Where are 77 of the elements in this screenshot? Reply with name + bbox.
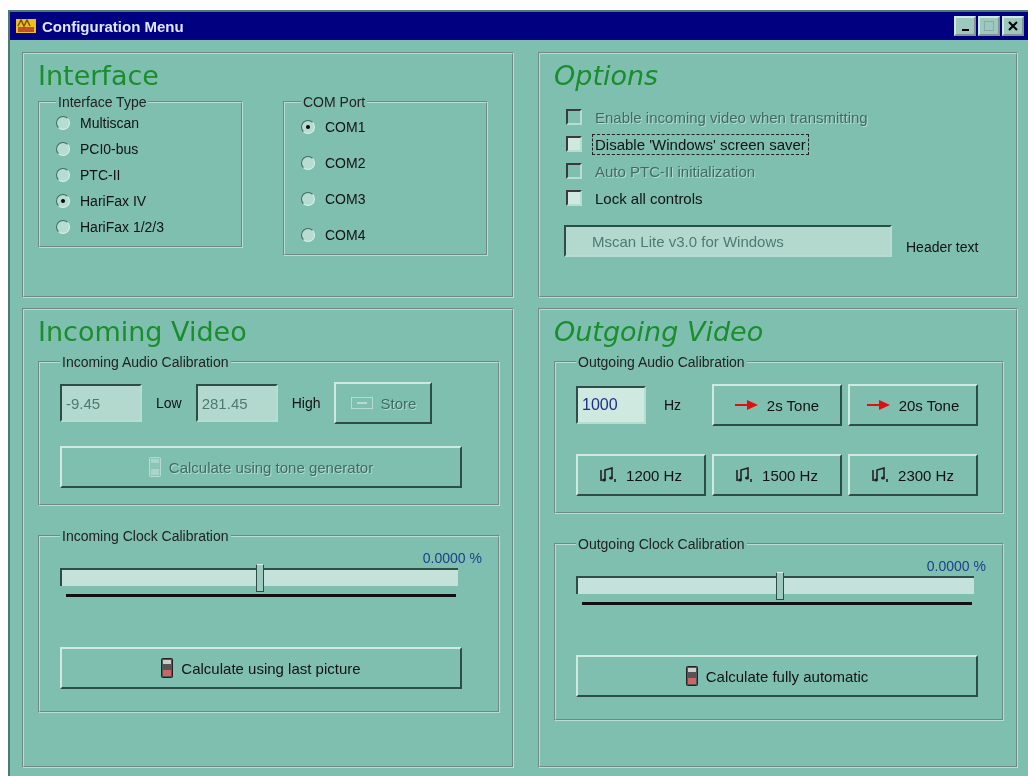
arrow-icon	[866, 399, 891, 411]
radio-label: PTC-II	[80, 167, 121, 183]
tone-button[interactable]: 20s Tone	[848, 384, 978, 426]
store-icon	[350, 397, 373, 409]
radio-label: PCI0-bus	[80, 141, 139, 157]
panel-heading: Options	[554, 59, 660, 93]
checkbox[interactable]	[566, 136, 582, 152]
radio-button[interactable]	[56, 142, 70, 156]
calculator-icon	[161, 658, 174, 678]
percent-reading: 0.0000 %	[421, 550, 482, 566]
close-button[interactable]	[1002, 16, 1024, 36]
minimize-icon	[961, 29, 969, 31]
unit-label: Hz	[664, 397, 682, 413]
group-label: COM Port	[302, 94, 367, 110]
radio-button[interactable]	[301, 156, 315, 170]
panel-heading: Outgoing Video	[554, 315, 765, 349]
maximize-icon	[983, 20, 995, 32]
field-label: High	[291, 395, 321, 411]
checkbox-option[interactable]: Disable 'Windows' screen saver	[566, 133, 1004, 155]
checkbox-label: Lock all controls	[594, 188, 704, 209]
radio-option[interactable]: PCI0-bus	[56, 138, 231, 160]
tone-button[interactable]: 2s Tone	[712, 384, 842, 426]
panel-heading: Incoming Video	[38, 315, 248, 349]
radio-label: COM1	[325, 119, 366, 135]
app-icon	[16, 19, 36, 33]
music-note-icon	[872, 467, 891, 483]
music-note-icon	[600, 467, 619, 483]
slider-thumb[interactable]	[775, 572, 784, 600]
frequency-field[interactable]: 1000	[576, 386, 646, 424]
radio-option[interactable]: COM3	[301, 188, 476, 210]
close-icon	[1007, 20, 1019, 32]
calculator-icon	[148, 457, 161, 477]
radio-label: COM2	[325, 155, 366, 171]
radio-button[interactable]	[301, 192, 315, 206]
radio-button[interactable]	[301, 120, 315, 134]
radio-label: COM4	[325, 227, 366, 243]
checkbox-option[interactable]: Lock all controls	[566, 187, 1004, 209]
radio-option[interactable]: COM4	[301, 224, 476, 246]
arrow-icon	[734, 399, 759, 411]
music-note-icon	[736, 467, 755, 483]
checkbox-label: Enable incoming video when transmitting	[594, 107, 869, 128]
calculator-icon	[685, 666, 698, 686]
calculate-button[interactable]: Calculate using last picture	[60, 647, 462, 689]
radio-option[interactable]: Multiscan	[56, 112, 231, 134]
radio-option[interactable]: COM1	[301, 116, 476, 138]
window-title: Configuration Menu	[42, 17, 185, 35]
radio-option[interactable]: HariFax IV	[56, 190, 231, 212]
radio-option[interactable]: HariFax 1/2/3	[56, 216, 231, 238]
checkbox-label: Disable 'Windows' screen saver	[592, 133, 809, 155]
radio-label: COM3	[325, 191, 366, 207]
calculate-button[interactable]: Calculate fully automatic	[576, 655, 978, 697]
slider-thumb[interactable]	[256, 564, 264, 592]
radio-button[interactable]	[56, 194, 70, 208]
minimize-button[interactable]	[954, 16, 976, 36]
checkbox[interactable]	[566, 190, 582, 206]
radio-button[interactable]	[301, 228, 315, 242]
radio-label: HariFax IV	[80, 193, 147, 209]
field-label: Low	[156, 395, 182, 411]
frequency-button[interactable]: 1200 Hz	[576, 454, 706, 496]
radio-button[interactable]	[56, 220, 70, 234]
radio-label: Multiscan	[80, 115, 140, 131]
radio-option[interactable]: PTC-II	[56, 164, 231, 186]
panel-heading: Interface	[38, 59, 160, 93]
frequency-button[interactable]: 2300 Hz	[848, 454, 978, 496]
radio-button[interactable]	[56, 168, 70, 182]
frequency-button[interactable]: 1500 Hz	[712, 454, 842, 496]
group-label: Incoming Clock Calibration	[61, 528, 230, 544]
radio-label: HariFax 1/2/3	[80, 219, 165, 235]
field-label: Header text	[906, 239, 979, 257]
percent-reading: 0.0000 %	[925, 558, 986, 574]
checkbox-label: Auto PTC-II initialization	[594, 161, 757, 182]
group-label: Outgoing Clock Calibration	[577, 536, 746, 552]
radio-option[interactable]: COM2	[301, 152, 476, 174]
group-label: Interface Type	[57, 94, 148, 110]
radio-button[interactable]	[56, 116, 70, 130]
group-label: Outgoing Audio Calibration	[577, 354, 746, 370]
group-label: Incoming Audio Calibration	[61, 354, 230, 370]
